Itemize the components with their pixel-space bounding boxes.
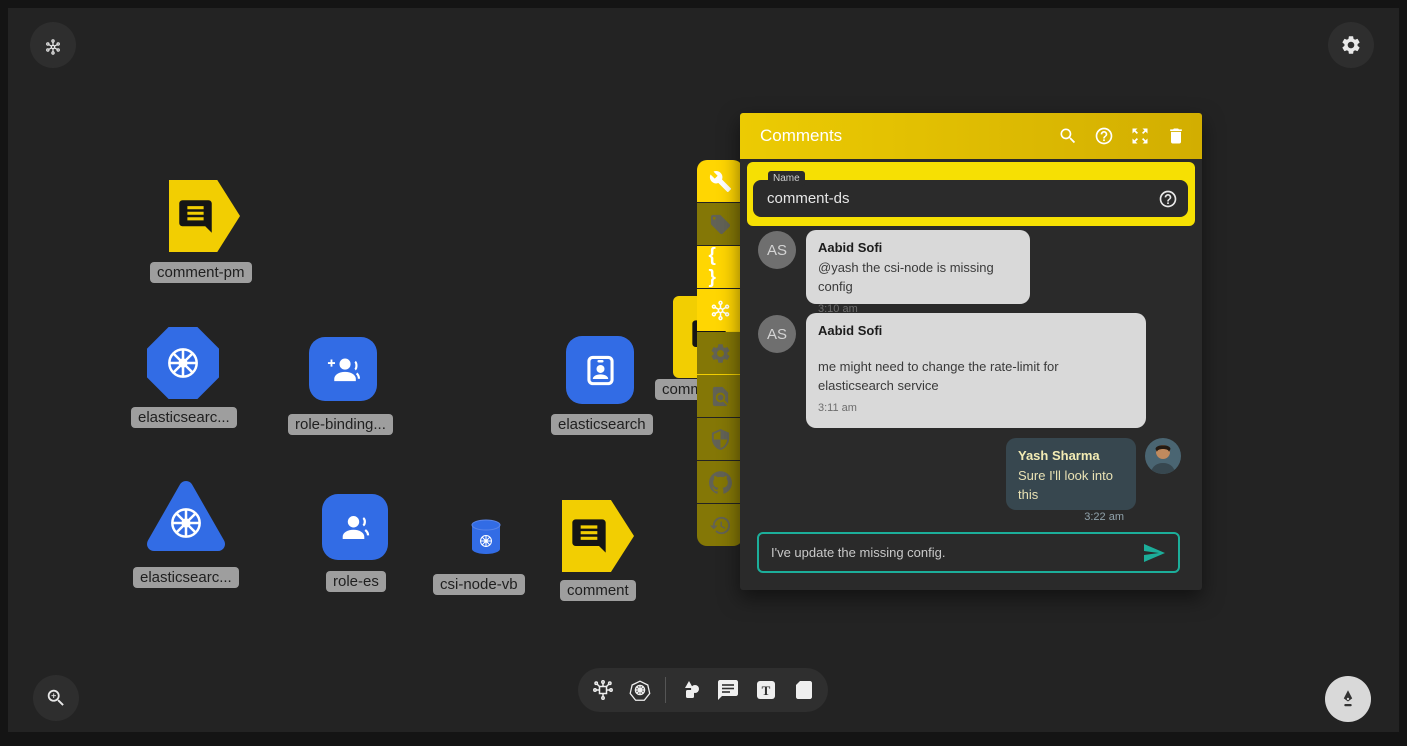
shape-tool-circuit[interactable]	[590, 677, 616, 703]
toolbar-divider	[665, 677, 666, 703]
people-icon	[337, 509, 373, 545]
kubernetes-icon	[628, 678, 652, 702]
comments-panel: Comments Name AS Aabid Sofi @yash the csi-…	[740, 113, 1202, 590]
toolbar-button-shield[interactable]	[697, 418, 743, 460]
name-field-label: Name	[768, 171, 805, 186]
avatar-initials: AS	[758, 315, 796, 353]
message-composer	[757, 532, 1180, 573]
comments-panel-header[interactable]: Comments	[740, 113, 1202, 159]
avatar-initials: AS	[758, 231, 796, 269]
shape-tool-note[interactable]	[790, 677, 816, 703]
message-bubble: Aabid Sofi @yash the csi-node is missing …	[806, 230, 1030, 304]
node-csi-node-vb[interactable]	[468, 518, 504, 556]
node-role-binding[interactable]	[309, 337, 377, 401]
avatar-photo	[1145, 438, 1181, 474]
message-input[interactable]	[759, 545, 1142, 560]
node-label-comment: comment	[560, 580, 636, 601]
note-icon	[791, 678, 815, 702]
github-icon	[709, 471, 732, 494]
zoom-in-icon	[45, 687, 67, 709]
toolbar-button-file-search[interactable]	[697, 375, 743, 417]
pen-tool-button[interactable]	[1325, 676, 1371, 722]
toolbar-button-wrench[interactable]	[697, 160, 743, 202]
panel-title: Comments	[760, 126, 1058, 146]
name-input[interactable]	[753, 190, 1158, 207]
trash-icon[interactable]	[1166, 126, 1186, 146]
name-section: Name	[747, 162, 1195, 226]
message-author: Aabid Sofi	[818, 323, 1134, 338]
message-author: Aabid Sofi	[818, 240, 1018, 255]
gear-icon	[1340, 34, 1362, 56]
text-tool-icon: T	[754, 678, 778, 702]
toolbar-button-braces[interactable]: { }	[697, 246, 743, 288]
gear-icon	[709, 342, 732, 365]
shape-tool-kubernetes[interactable]	[627, 677, 653, 703]
chat-icon	[569, 516, 609, 556]
message-bubble: Aabid Sofi me might need to change the ra…	[806, 313, 1146, 428]
shapes-icon	[679, 678, 703, 702]
mesh-flower-icon	[709, 299, 732, 322]
svg-text:T: T	[761, 683, 770, 698]
zoom-button[interactable]	[33, 675, 79, 721]
k8s-icon	[166, 503, 206, 543]
toolbar-button-github[interactable]	[697, 461, 743, 503]
shield-icon	[709, 428, 732, 451]
name-help-icon[interactable]	[1158, 189, 1178, 209]
chat-icon	[176, 197, 215, 236]
shape-tool-shapes[interactable]	[678, 677, 704, 703]
toolbar-button-history[interactable]	[697, 504, 743, 546]
node-elasticsearch-badge[interactable]	[566, 336, 634, 404]
message-text: me might need to change the rate-limit f…	[818, 358, 1134, 396]
name-input-wrap: Name	[753, 180, 1188, 217]
node-label-comment-pm: comment-pm	[150, 262, 252, 283]
shape-tool-text-tool[interactable]: T	[753, 677, 779, 703]
search-icon[interactable]	[1058, 126, 1078, 146]
node-elasticsearch-triangle[interactable]	[144, 478, 228, 556]
shape-toolbar: T	[578, 668, 828, 712]
k8s-icon	[478, 533, 494, 549]
help-icon[interactable]	[1094, 126, 1114, 146]
history-icon	[709, 514, 732, 537]
braces-icon: { }	[709, 256, 732, 279]
toolbar-button-gear[interactable]	[697, 332, 743, 374]
file-search-icon	[709, 385, 732, 408]
message-time: 3:11 am	[818, 402, 1134, 414]
expand-icon[interactable]	[1130, 126, 1150, 146]
send-icon[interactable]	[1142, 541, 1166, 565]
node-label-role-binding: role-binding...	[288, 414, 393, 435]
message-text: Sure I'll look into this	[1018, 467, 1124, 505]
wrench-icon	[709, 170, 732, 193]
message-author: Yash Sharma	[1018, 448, 1124, 463]
tag-icon	[709, 213, 732, 236]
shape-tool-comment-bubble[interactable]	[715, 677, 741, 703]
person-add-icon	[325, 351, 362, 388]
k8s-icon	[163, 343, 203, 383]
message-text: @yash the csi-node is missing config	[818, 259, 1018, 297]
node-label-elasticsearch-octagon: elasticsearc...	[131, 407, 237, 428]
node-context-toolbar: { }	[697, 160, 743, 546]
node-label-elasticsearch-triangle: elasticsearc...	[133, 567, 239, 588]
circuit-icon	[591, 678, 615, 702]
message-bubble: Yash SharmaSure I'll look into this3:22 …	[1006, 438, 1136, 510]
comment-bubble-icon	[716, 678, 740, 702]
badge-icon	[582, 352, 619, 389]
node-label-csi-node-vb: csi-node-vb	[433, 574, 525, 595]
toolbar-button-tag[interactable]	[697, 203, 743, 245]
node-role-es[interactable]	[322, 494, 388, 560]
pen-nib-icon	[1337, 688, 1359, 710]
app-logo-button[interactable]	[30, 22, 76, 68]
node-label-elasticsearch-badge: elasticsearch	[551, 414, 653, 435]
settings-button[interactable]	[1328, 22, 1374, 68]
toolbar-button-mesh-flower[interactable]	[697, 289, 743, 331]
mesh-flower-icon	[44, 36, 62, 54]
message-time: 3:22 am	[1018, 511, 1124, 523]
node-label-role-es: role-es	[326, 571, 386, 592]
